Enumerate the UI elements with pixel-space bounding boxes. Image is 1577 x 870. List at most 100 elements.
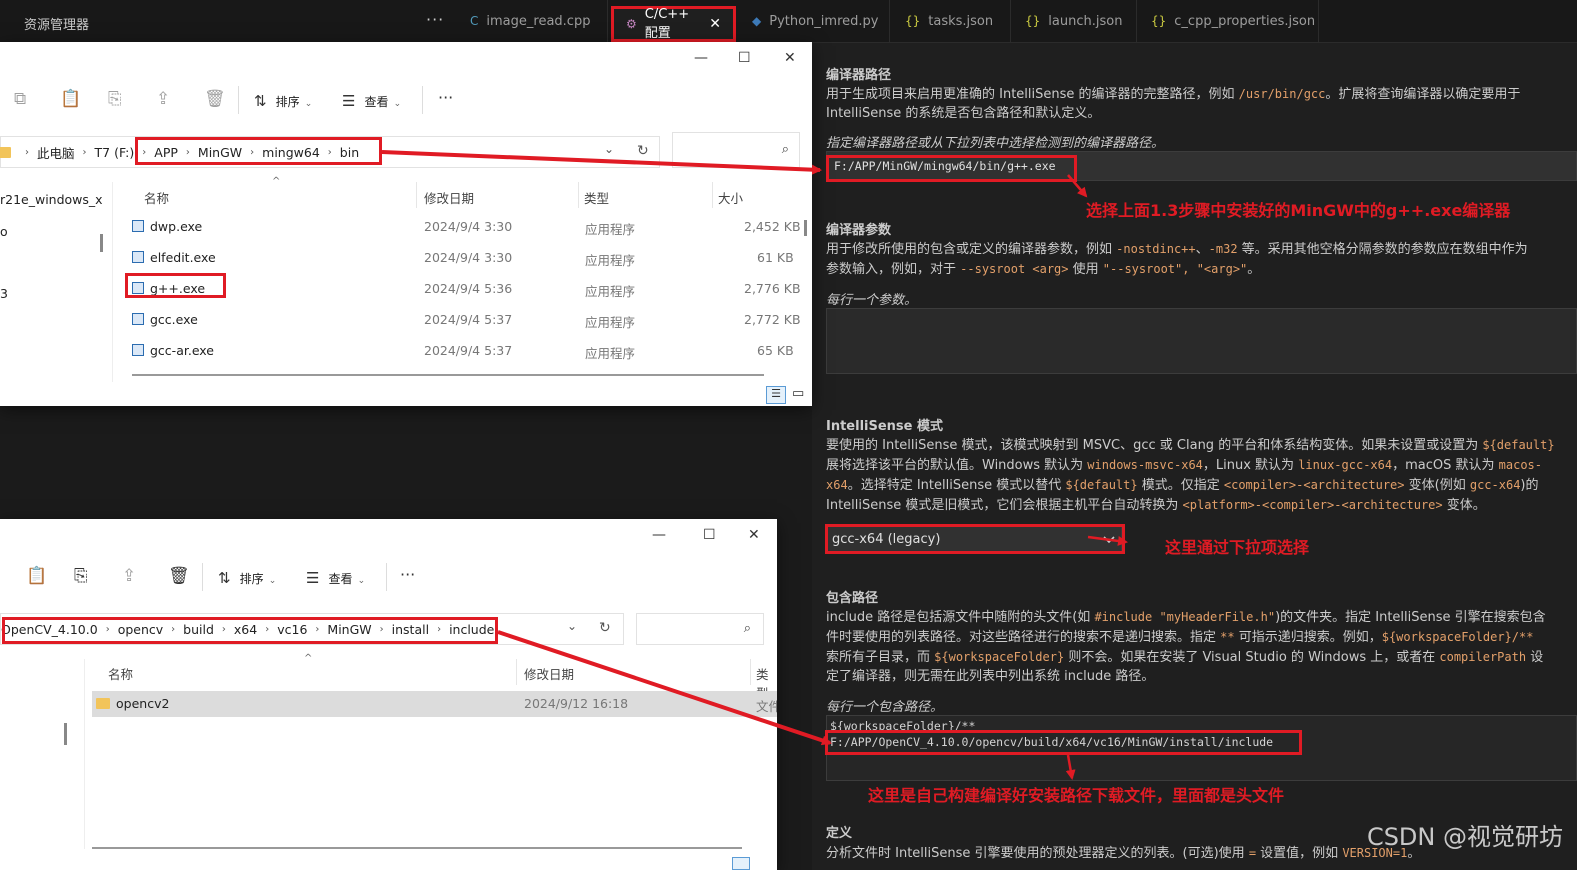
minimize-button[interactable]: — — [694, 50, 708, 66]
file-name-text: gcc-ar.exe — [150, 343, 214, 358]
file-row[interactable]: gcc-ar.exe 2024/9/4 5:37 应用程序 65 KB — [132, 340, 812, 364]
desc-text: 。选择特定 IntelliSense 模式以替代 — [847, 478, 1066, 493]
intellisense-desc-4: IntelliSense 模式是旧模式，它们会根据主机平台自动转换为 <plat… — [826, 495, 1571, 516]
vertical-scrollbar[interactable] — [804, 220, 807, 236]
tab-python-imred[interactable]: ◆ Python_imred.py — [740, 0, 890, 42]
compiler-path-hint: 指定编译器路径或从下拉列表中选择检测到的编译器路径。 — [826, 136, 1165, 151]
horizontal-scrollbar[interactable] — [92, 847, 742, 849]
maximize-button[interactable]: ☐ — [738, 50, 751, 66]
breadcrumb-item[interactable]: T7 (F:) — [95, 145, 135, 160]
file-name-text: elfedit.exe — [150, 250, 216, 265]
column-name[interactable]: 名称 — [144, 188, 169, 207]
file-row[interactable]: dwp.exe 2024/9/4 3:30 应用程序 2,452 KB — [132, 216, 812, 240]
paste-icon[interactable]: 📋 — [26, 566, 47, 586]
details-view-icon[interactable]: ☰ — [766, 386, 786, 404]
file-name: gcc-ar.exe — [132, 343, 214, 358]
desc-text: 参数输入，例如，对于 — [826, 262, 961, 277]
column-name[interactable]: 名称 — [108, 664, 133, 683]
refresh-icon[interactable]: ↻ — [599, 620, 611, 636]
highlight-gpp-exe — [125, 273, 226, 298]
breadcrumb-item[interactable]: 此电脑 — [37, 143, 75, 162]
view-button[interactable]: ☰ 查看 ⌄ — [342, 91, 401, 110]
sort-button[interactable]: ⇅ 排序 ⌄ — [218, 568, 276, 587]
desc-text: 要使用的 IntelliSense 模式，该模式映射到 MSVC、gcc 或 C… — [826, 438, 1483, 453]
tab-cpp-config[interactable]: ⚙ C/C++ 配置 ✕ — [611, 6, 736, 42]
search-icon: ⌕ — [781, 142, 789, 157]
column-divider — [516, 659, 517, 685]
nav-item[interactable]: r21e_windows_x — [0, 192, 103, 207]
tab-c-cpp-properties-json[interactable]: {} c_cpp_properties.json — [1139, 0, 1319, 42]
tab-label: tasks.json — [928, 13, 994, 29]
highlight-intellisense-mode — [825, 524, 1125, 554]
copy-icon[interactable]: ⧉ — [14, 89, 26, 109]
include-path-hint: 每行一个包含路径。 — [826, 700, 944, 715]
chevron-down-icon[interactable]: ⌄ — [604, 142, 614, 156]
desc-code: linux-gcc-x64 — [1298, 458, 1393, 472]
tab-image-read-cpp[interactable]: C image_read.cpp — [458, 0, 608, 42]
desc-code: /usr/bin/gcc — [1238, 87, 1326, 101]
tab-label: launch.json — [1048, 13, 1123, 29]
compiler-path-title: 编译器路径 — [826, 68, 892, 83]
refresh-icon[interactable]: ↻ — [637, 143, 649, 159]
details-view-icon[interactable] — [732, 857, 750, 870]
nav-item[interactable]: 3 — [0, 286, 8, 301]
view-icon: ☰ — [342, 92, 356, 110]
more-options-button[interactable]: ··· — [400, 565, 415, 584]
file-row[interactable]: opencv2 2024/9/12 16:18 文件 — [92, 691, 777, 717]
toolbar-divider — [386, 563, 387, 591]
maximize-button[interactable]: ☐ — [703, 527, 716, 543]
sort-icon: ⇅ — [254, 92, 267, 110]
chevron-down-icon[interactable]: ⌄ — [567, 619, 577, 633]
file-date: 2024/9/4 5:37 — [424, 312, 513, 327]
rename-icon[interactable]: ⎘ — [108, 89, 122, 109]
file-name: elfedit.exe — [132, 250, 216, 265]
column-divider — [416, 182, 417, 208]
file-size: 2,772 KB — [744, 312, 801, 327]
paste-icon[interactable]: 📋 — [60, 89, 81, 109]
close-button[interactable]: ✕ — [748, 527, 760, 543]
exe-file-icon — [132, 313, 144, 325]
horizontal-scrollbar[interactable] — [132, 374, 764, 376]
exe-file-icon — [132, 251, 144, 263]
search-input[interactable]: ⌕ — [636, 613, 764, 645]
tab-label: Python_imred.py — [769, 13, 879, 29]
delete-icon[interactable]: 🗑 — [204, 89, 226, 109]
sort-button[interactable]: ⇅ 排序 ⌄ — [254, 91, 312, 110]
column-date[interactable]: 修改日期 — [424, 188, 474, 207]
column-size[interactable]: 大小 — [718, 188, 743, 207]
nav-scrollbar[interactable] — [64, 723, 67, 745]
file-row[interactable]: gcc.exe 2024/9/4 5:37 应用程序 2,772 KB — [132, 309, 812, 333]
more-options-button[interactable]: ··· — [438, 88, 453, 107]
desc-text: 变体(例如 — [1404, 478, 1470, 493]
desc-text: 件时要使用的列表路径。对这些路径进行的搜索不是递归搜索。指定 — [826, 630, 1221, 645]
tab-launch-json[interactable]: {} launch.json — [1013, 0, 1137, 42]
file-row[interactable]: elfedit.exe 2024/9/4 3:30 应用程序 61 KB — [132, 247, 812, 271]
watermark: CSDN @视觉研坊 — [1366, 823, 1563, 851]
minimize-button[interactable]: — — [652, 527, 666, 543]
close-icon[interactable]: ✕ — [709, 16, 721, 32]
desc-code: windows-msvc-x64 — [1087, 458, 1203, 472]
column-date[interactable]: 修改日期 — [524, 664, 574, 683]
tiles-view-icon[interactable]: ▭ — [792, 386, 804, 401]
column-type[interactable]: 类型 — [584, 188, 609, 207]
close-button[interactable]: ✕ — [784, 50, 796, 66]
desc-text: 等。采用其他空格分隔参数的参数应在数组中作为 — [1237, 242, 1528, 257]
nav-scrollbar[interactable] — [100, 234, 103, 252]
folder-icon — [0, 146, 11, 158]
explorer-more-button[interactable]: ··· — [426, 10, 444, 29]
share-icon[interactable]: ⇪ — [122, 566, 136, 586]
tab-tasks-json[interactable]: {} tasks.json — [893, 0, 1011, 42]
include-desc-4: 定了编译器，则无需在此列表中列出系统 include 路径。 — [826, 669, 1155, 684]
view-button[interactable]: ☰ 查看 ⌄ — [306, 568, 365, 587]
compiler-args-textarea[interactable] — [826, 308, 1577, 374]
rename-icon[interactable]: ⎘ — [74, 566, 88, 586]
file-date: 2024/9/4 3:30 — [424, 219, 513, 234]
nav-item[interactable]: o — [0, 224, 8, 239]
search-input[interactable]: ⌕ — [672, 132, 800, 168]
exe-file-icon — [132, 220, 144, 232]
file-row[interactable]: g++.exe 2024/9/4 5:36 应用程序 2,776 KB — [132, 278, 812, 302]
share-icon[interactable]: ⇪ — [156, 89, 170, 109]
desc-text: 分析文件时 IntelliSense 引擎要使用的预处理器定义的列表。(可选)使… — [826, 846, 1249, 861]
delete-icon[interactable]: 🗑 — [168, 566, 190, 586]
desc-text: ，macOS 默认为 — [1392, 458, 1499, 473]
